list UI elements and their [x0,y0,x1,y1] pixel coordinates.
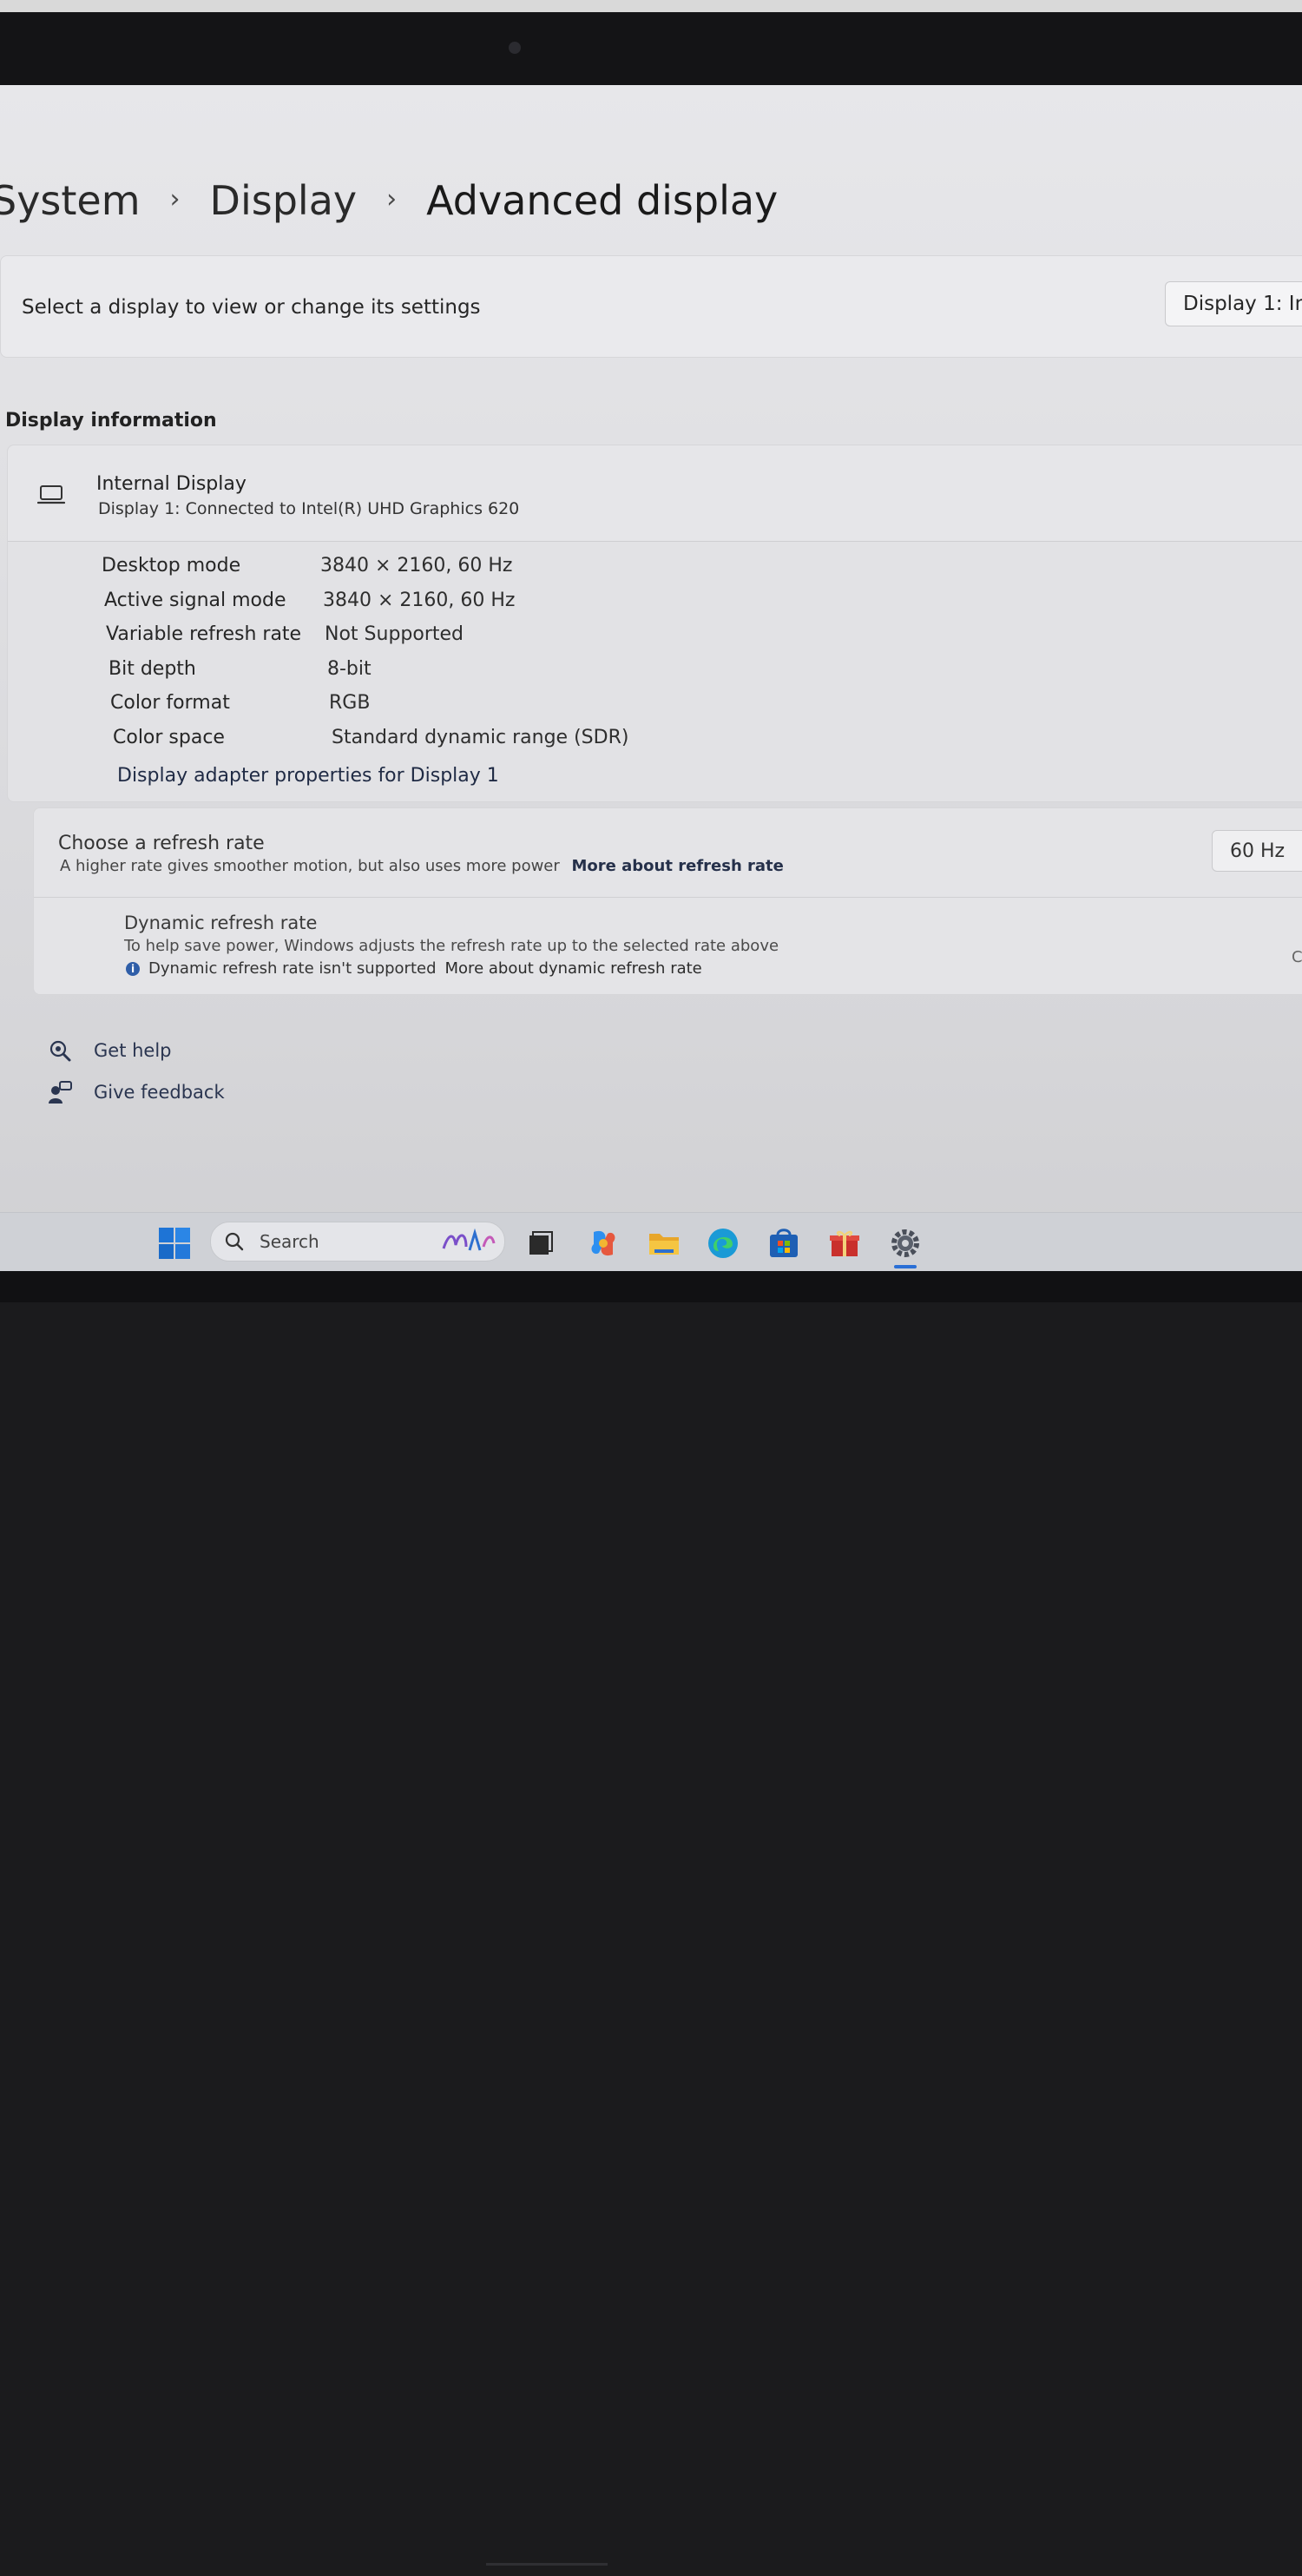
refresh-rate-description: A higher rate gives smoother motion, but… [60,857,784,875]
refresh-rate-card: Choose a refresh rate A higher rate give… [33,807,1302,995]
taskbar: Search [0,1212,1302,1271]
settings-window: System › Display › Advanced display Sele… [0,85,1302,1271]
task-view-icon[interactable] [524,1227,557,1260]
select-display-label: Select a display to view or change its s… [22,296,481,319]
feedback-icon [49,1081,72,1104]
store-icon[interactable] [767,1227,800,1260]
display-select-dropdown[interactable]: Display 1: Int [1165,281,1302,326]
give-feedback-link[interactable]: Give feedback [47,1080,225,1104]
file-explorer-icon[interactable] [648,1227,681,1260]
page-title: Advanced display [426,177,779,224]
more-about-refresh-rate-link[interactable]: More about refresh rate [572,857,784,875]
display-connection: Display 1: Connected to Intel(R) UHD Gra… [98,499,520,518]
dynamic-refresh-title: Dynamic refresh rate [124,912,318,933]
get-help-icon [49,1040,71,1062]
get-help-label: Get help [94,1040,172,1061]
info-value: RGB [329,692,371,714]
chevron-right-icon: › [386,183,398,214]
info-label: Desktop mode [102,555,241,576]
start-icon[interactable] [158,1227,191,1260]
display-information-card: Internal Display Display 1: Connected to… [7,445,1302,802]
settings-icon[interactable] [889,1227,922,1260]
display-name: Internal Display [96,473,247,495]
dynamic-refresh-toggle-label[interactable]: C [1292,948,1302,966]
display-information-heading: Display information [5,410,217,432]
info-value: 3840 × 2160, 60 Hz [320,555,513,576]
info-value: Not Supported [325,623,464,645]
info-label: Color space [113,726,225,748]
display-adapter-properties-link[interactable]: Display adapter properties for Display 1 [117,765,499,787]
info-label: Bit depth [108,657,196,680]
get-help-link[interactable]: Get help [47,1038,172,1063]
display-header[interactable]: Internal Display Display 1: Connected to… [8,445,1302,542]
breadcrumb-display[interactable]: Display [210,177,358,224]
info-label: Color format [110,692,230,714]
info-value: 3840 × 2160, 60 Hz [323,589,516,611]
laptop-logo [486,2563,608,2576]
active-app-indicator [894,1265,917,1268]
bottom-bezel [0,1271,1302,2566]
info-label: Variable refresh rate [106,623,302,645]
edge-icon[interactable] [707,1227,740,1260]
search-icon [225,1232,244,1251]
bezel-glare [0,0,1302,12]
give-feedback-label: Give feedback [94,1082,225,1103]
breadcrumb-system[interactable]: System [0,177,141,224]
info-value: Standard dynamic range (SDR) [332,726,629,748]
copilot-icon[interactable] [587,1227,620,1260]
select-display-card: Select a display to view or change its s… [0,255,1302,358]
refresh-rate-description-text: A higher rate gives smoother motion, but… [60,857,560,875]
taskbar-search-box[interactable]: Search [210,1222,505,1262]
info-icon: i [126,961,140,976]
dynamic-refresh-description: To help save power, Windows adjusts the … [124,937,779,955]
more-about-dynamic-refresh-link[interactable]: More about dynamic refresh rate [445,959,702,978]
gift-icon[interactable] [828,1227,861,1260]
refresh-rate-title: Choose a refresh rate [58,833,265,854]
top-bezel [0,0,1302,87]
chevron-right-icon: › [169,183,181,214]
dynamic-refresh-unsupported-text: Dynamic refresh rate isn't supported [148,959,437,978]
search-placeholder: Search [260,1231,319,1252]
search-highlight-art-icon [442,1228,496,1251]
refresh-rate-row: Choose a refresh rate A higher rate give… [34,808,1302,898]
breadcrumb: System › Display › Advanced display [0,177,778,224]
laptop-icon [37,485,65,504]
refresh-rate-dropdown[interactable]: 60 Hz [1212,830,1302,872]
webcam [509,42,521,54]
info-value: 8-bit [327,657,372,680]
info-label: Active signal mode [104,589,286,611]
dynamic-refresh-info: i Dynamic refresh rate isn't supported M… [126,959,702,978]
